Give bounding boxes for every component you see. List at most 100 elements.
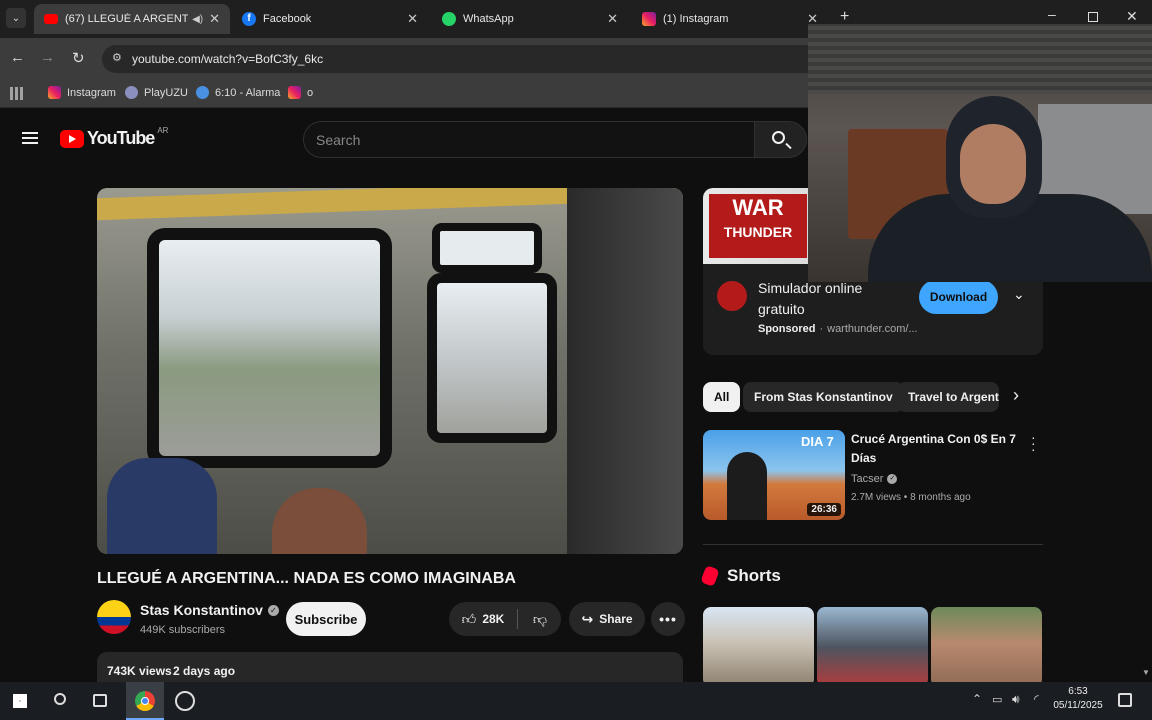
chip-from-channel[interactable]: From Stas Konstantinov	[743, 382, 904, 412]
tab-title: (67) LLEGUÉ A ARGENTINA...	[65, 13, 189, 25]
share-button[interactable]: ↪ Share	[569, 602, 645, 636]
thumbnail-person	[727, 452, 767, 520]
chevron-down-icon[interactable]: ⌄	[1013, 286, 1025, 303]
tab-youtube[interactable]: (67) LLEGUÉ A ARGENTINA... ◀) ✕	[34, 4, 230, 34]
clock-icon	[196, 86, 209, 99]
facebook-favicon-icon: f	[242, 12, 256, 26]
site-info-icon[interactable]: ⚙	[112, 51, 122, 64]
like-button[interactable]: 👍︎ 28K	[449, 602, 517, 636]
shorts-label: Shorts	[727, 566, 781, 585]
video-title: LLEGUÉ A ARGENTINA... NADA ES COMO IMAGI…	[97, 570, 516, 587]
short-thumbnail[interactable]	[817, 607, 928, 682]
ad-title-line1: Simulador online	[758, 280, 863, 296]
banner-line2: THUNDER	[723, 224, 793, 240]
logo-text: YouTube	[87, 128, 155, 148]
shorts-header: Shorts	[700, 565, 781, 587]
scroll-down-arrow-icon[interactable]: ▼	[1142, 668, 1150, 677]
search-button[interactable]	[755, 121, 807, 158]
youtube-favicon-icon	[44, 14, 58, 24]
search-input[interactable]: Search	[303, 121, 755, 158]
bookmark-alarma[interactable]: 6:10 - Alarma	[196, 86, 280, 99]
short-thumbnail[interactable]	[703, 607, 814, 682]
close-tab-icon[interactable]: ✕	[607, 11, 618, 27]
short-thumbnail[interactable]	[931, 607, 1042, 682]
channel-avatar[interactable]	[97, 600, 131, 634]
bookmark-label: Instagram	[67, 86, 116, 99]
subscribe-label: Subscribe	[294, 611, 358, 627]
bus-window	[147, 228, 392, 468]
search-icon[interactable]	[54, 693, 66, 705]
subscribe-button[interactable]: Subscribe	[286, 602, 366, 636]
restore-icon[interactable]	[1088, 12, 1098, 22]
back-icon[interactable]: ←	[10, 49, 25, 66]
tab-title: WhatsApp	[463, 13, 514, 25]
show-hidden-icons[interactable]: ⌃	[972, 692, 982, 706]
menu-icon[interactable]	[22, 132, 38, 144]
windows-start-icon[interactable]	[13, 694, 27, 708]
youtube-logo[interactable]: YouTube AR	[60, 126, 169, 149]
more-vertical-icon[interactable]: · · ·	[1031, 430, 1036, 456]
download-button[interactable]: Download	[919, 280, 998, 314]
more-actions-button[interactable]: •••	[651, 602, 685, 636]
address-bar[interactable]: ⚙ youtube.com/watch?v=BofC3fy_6kc	[102, 45, 822, 73]
advertiser-avatar[interactable]	[717, 281, 747, 311]
instagram-icon	[48, 86, 61, 99]
minimize-icon[interactable]: –	[1048, 6, 1056, 22]
obs-icon[interactable]	[175, 691, 195, 711]
volume-icon[interactable]: 🔊︎	[1012, 692, 1020, 707]
video-duration: 26:36	[807, 503, 841, 516]
clock-date: 05/11/2025	[1053, 700, 1103, 711]
instagram-favicon-icon	[642, 12, 656, 26]
bookmark-instagram[interactable]: Instagram	[48, 86, 116, 99]
bookmark-playuzu[interactable]: PlayUZU	[125, 86, 188, 99]
video-channel[interactable]: Tacser ✓	[851, 473, 898, 485]
description-box[interactable]: 743K views 2 days ago	[97, 652, 683, 682]
verified-icon: ✓	[887, 474, 898, 484]
instagram-icon	[288, 86, 301, 99]
speaker-icon[interactable]: ◀)	[192, 14, 203, 25]
tab-instagram[interactable]: (1) Instagram ✕	[632, 4, 828, 34]
close-tab-icon[interactable]: ✕	[407, 11, 418, 27]
tab-title: Facebook	[263, 13, 312, 25]
ad-title-line2: gratuito	[758, 301, 805, 317]
video-thumbnail[interactable]: DIA 7 26:36	[703, 430, 845, 520]
chevron-right-icon[interactable]: ›	[1013, 385, 1019, 406]
webcam-ceiling	[808, 24, 1152, 94]
like-dislike-group: 👍︎ 28K 👎︎	[449, 602, 561, 636]
forward-icon[interactable]: →	[40, 49, 55, 66]
bookmark-label: o	[307, 86, 314, 99]
dislike-button[interactable]: 👎︎	[519, 602, 561, 636]
tab-search-button[interactable]: ⌄	[6, 8, 26, 28]
bookmark-o[interactable]: o	[288, 86, 313, 99]
country-code: AR	[157, 126, 169, 135]
wifi-icon[interactable]: ◜	[1034, 692, 1039, 706]
bus-door-panel	[567, 188, 683, 554]
apps-grid-icon[interactable]	[10, 87, 23, 100]
clock[interactable]: 6:53 05/11/2025	[1050, 686, 1106, 711]
war-thunder-logo: WAR THUNDER	[709, 194, 807, 258]
youtube-play-icon	[60, 129, 84, 148]
chrome-taskbar-button[interactable]	[126, 682, 164, 720]
close-tab-icon[interactable]: ✕	[209, 11, 220, 27]
bus-window	[427, 273, 557, 443]
network-icon[interactable]: ▭	[992, 693, 1002, 706]
tab-facebook[interactable]: f Facebook ✕	[232, 4, 428, 34]
webcam-person-face	[960, 124, 1026, 204]
chip-all[interactable]: All	[703, 382, 741, 412]
recommended-video[interactable]: DIA 7 26:36 Crucé Argentina Con 0$ En 7 …	[703, 430, 1043, 524]
url-text: youtube.com/watch?v=BofC3fy_6kc	[132, 52, 324, 66]
notifications-icon[interactable]	[1118, 693, 1132, 707]
verified-icon: ✓	[267, 604, 279, 616]
whatsapp-favicon-icon	[442, 12, 456, 26]
channel-name[interactable]: Stas Konstantinov ✓	[140, 602, 279, 618]
clock-time: 6:53	[1068, 686, 1088, 697]
sponsored-label: Sponsored	[758, 323, 816, 335]
task-view-icon[interactable]	[93, 694, 107, 707]
reload-icon[interactable]: ↻	[72, 49, 85, 67]
close-window-icon[interactable]: ✕	[1126, 8, 1138, 25]
tab-whatsapp[interactable]: WhatsApp ✕	[432, 4, 628, 34]
video-player[interactable]	[97, 188, 683, 554]
chip-travel[interactable]: Travel to Argenti	[897, 382, 999, 412]
view-count: 743K views	[107, 664, 172, 678]
thumbs-up-icon: 👍︎	[461, 610, 477, 627]
